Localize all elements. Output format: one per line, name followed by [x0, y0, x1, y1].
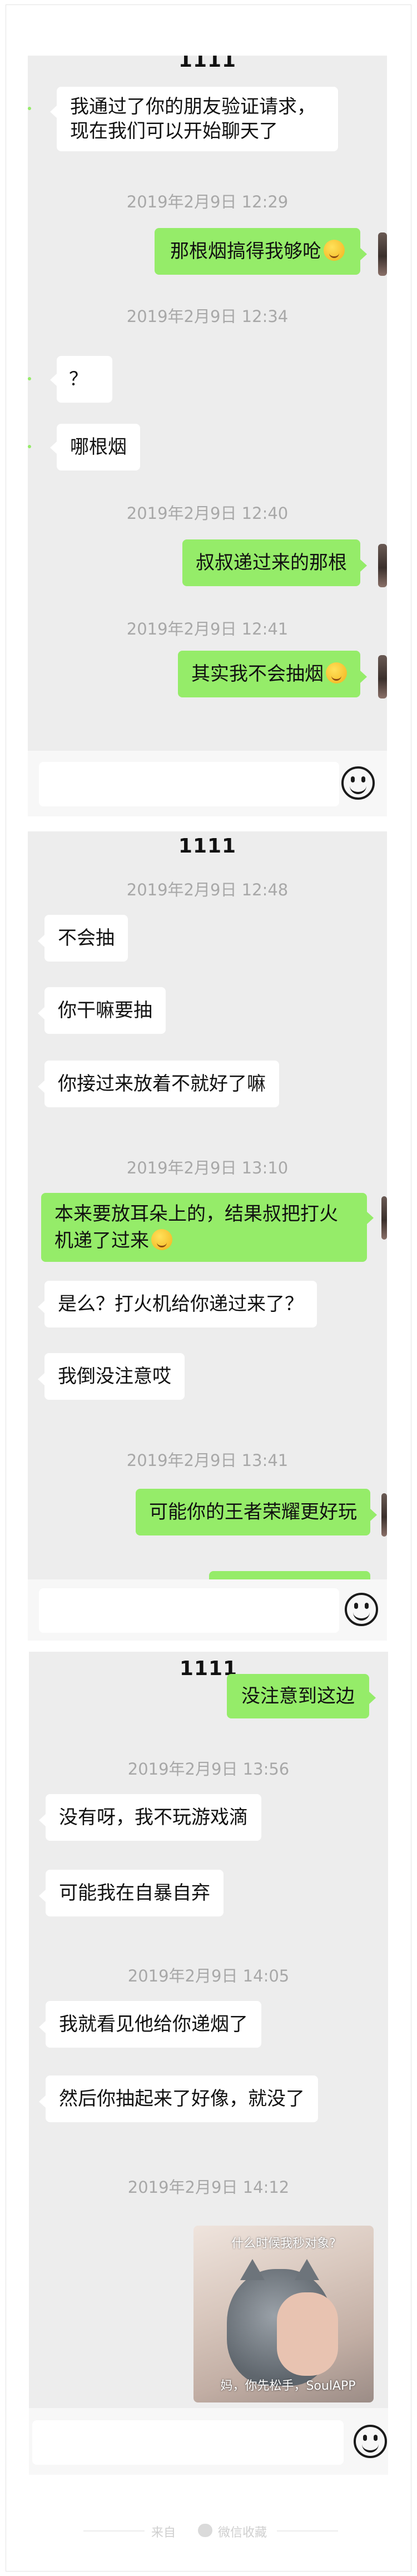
bubble-tail — [38, 1081, 44, 1093]
message-input[interactable] — [39, 762, 339, 806]
chat-screenshot-1: 1111 我通过了你的朋友验证请求，现在我们可以开始聊天了 2019年2月9日 … — [28, 56, 387, 816]
incoming-message[interactable]: 不会抽 — [44, 915, 128, 962]
chat-screenshot-3: 1111 没注意到这边 2019年2月9日 13:56 没有呀，我不玩游戏滴 可… — [29, 1652, 388, 2475]
timestamp: 2019年2月9日 12:34 — [126, 307, 289, 326]
avatar-edge — [28, 107, 31, 110]
outgoing-message[interactable]: 可能你的王者荣耀更好玩 — [136, 1489, 370, 1535]
incoming-message[interactable]: 是么？打火机给你递过来了？ — [44, 1281, 317, 1327]
avatar[interactable] — [378, 232, 387, 276]
footer-divider — [277, 2530, 338, 2532]
footer: 来自 微信收藏 — [0, 2519, 417, 2542]
smile-emoji-icon[interactable] — [354, 2425, 387, 2458]
emoji-icon — [151, 1229, 172, 1250]
avatar[interactable] — [381, 1493, 387, 1537]
incoming-message[interactable]: 我就看见他给你递烟了 — [46, 2001, 261, 2048]
timestamp: 2019年2月9日 14:05 — [127, 1966, 290, 1985]
hand-figure — [277, 2292, 338, 2376]
outgoing-message[interactable]: 没注意到这边 — [227, 1674, 369, 1718]
input-bar — [29, 2408, 388, 2475]
avatar[interactable] — [378, 544, 387, 587]
message-input[interactable] — [39, 1588, 339, 1633]
sticker-image[interactable]: 什么时候我秒对象? 妈，你先松手，SoulAPP — [193, 2226, 374, 2402]
footer-from: 来自 — [151, 2526, 176, 2540]
bubble-tail — [360, 671, 367, 683]
incoming-message[interactable]: 我通过了你的朋友验证请求，现在我们可以开始聊天了 — [57, 87, 338, 151]
bubble-tail — [50, 106, 57, 118]
bubble-tail — [370, 1509, 377, 1521]
bubble-tail — [38, 1373, 44, 1385]
timestamp: 2019年2月9日 12:41 — [126, 620, 289, 638]
bubble-tail — [39, 2021, 46, 2033]
timestamp: 2019年2月9日 13:41 — [126, 1451, 289, 1470]
message-text: 本来要放耳朵上的，结果叔把打火机递了过来 — [54, 1203, 338, 1252]
incoming-message[interactable]: 你干嘛要抽 — [44, 987, 166, 1034]
input-bar — [28, 751, 387, 816]
incoming-message[interactable]: ？ — [57, 356, 112, 403]
bubble-tail — [38, 1301, 44, 1313]
bubble-tail — [367, 1212, 374, 1224]
outgoing-message[interactable]: 那根烟搞得我够呛 — [155, 228, 360, 275]
incoming-message[interactable]: 哪根烟 — [57, 424, 140, 470]
footer-source: 微信收藏 — [218, 2526, 267, 2540]
wechat-icon — [198, 2524, 212, 2537]
sticker-caption-bottom: 妈，你先松手，SoulAPP — [220, 2379, 356, 2393]
bubble-tail — [360, 248, 367, 260]
chat-title: 1111 — [178, 56, 237, 72]
timestamp: 2019年2月9日 12:40 — [126, 504, 289, 523]
bubble-tail — [369, 1692, 376, 1704]
bubble-tail — [39, 1890, 46, 1902]
avatar-edge — [28, 377, 31, 380]
timestamp: 2019年2月9日 12:29 — [126, 192, 289, 211]
timestamp: 2019年2月9日 12:48 — [126, 880, 289, 899]
timestamp: 2019年2月9日 13:10 — [126, 1158, 289, 1177]
bubble-tail — [38, 1007, 44, 1019]
incoming-message[interactable]: 你接过来放着不就好了嘛 — [44, 1061, 279, 1107]
avatar[interactable] — [381, 1196, 387, 1240]
outgoing-message[interactable]: 本来要放耳朵上的，结果叔把打火机递了过来 — [41, 1193, 367, 1262]
incoming-message[interactable]: 可能我在自暴自弃 — [46, 1870, 224, 1916]
smile-emoji-icon[interactable] — [345, 1593, 378, 1626]
bubble-tail — [39, 1814, 46, 1826]
chat-title: 1111 — [178, 835, 237, 858]
bubble-tail — [360, 559, 367, 572]
message-text: 那根烟搞得我够呛 — [170, 240, 321, 262]
incoming-message[interactable]: 我倒没注意哎 — [44, 1353, 185, 1400]
incoming-message[interactable]: 然后你抽起来了好像，就没了 — [46, 2075, 318, 2122]
emoji-icon — [324, 240, 345, 261]
input-bar — [28, 1579, 387, 1641]
timestamp: 2019年2月9日 13:56 — [127, 1760, 290, 1779]
smile-emoji-icon[interactable] — [341, 766, 375, 800]
bubble-tail — [50, 442, 57, 454]
footer-divider — [83, 2530, 145, 2532]
emoji-icon — [326, 662, 347, 683]
outgoing-message[interactable]: 其实我不会抽烟 — [178, 651, 360, 697]
bubble-tail — [38, 935, 44, 947]
bubble-tail — [39, 2096, 46, 2108]
outgoing-message[interactable]: 叔叔递过来的那根 — [182, 539, 360, 586]
incoming-message[interactable]: 没有呀，我不玩游戏滴 — [46, 1794, 261, 1841]
message-input[interactable] — [32, 2420, 344, 2465]
timestamp: 2019年2月9日 14:12 — [127, 2178, 290, 2197]
sticker-caption-top: 什么时候我秒对象? — [231, 2237, 336, 2251]
avatar-edge — [28, 445, 31, 448]
message-text: 其实我不会抽烟 — [191, 663, 324, 685]
chat-screenshot-2: 1111 2019年2月9日 12:48 不会抽 你干嘛要抽 你接过来放着不就好… — [28, 831, 387, 1641]
avatar[interactable] — [378, 655, 387, 699]
bubble-tail — [50, 374, 57, 386]
